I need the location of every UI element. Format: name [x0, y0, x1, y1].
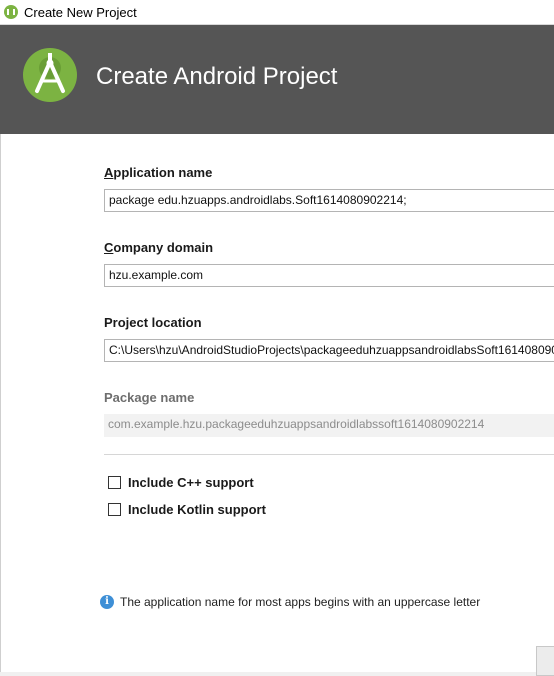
project-location-label: Project location — [104, 315, 202, 330]
application-name-input[interactable]: package edu.hzuapps.androidlabs.Soft1614… — [104, 189, 554, 212]
cpp-support-row[interactable]: Include C++ support — [108, 475, 254, 490]
wizard-content: Application name package edu.hzuapps.and… — [0, 134, 554, 676]
company-domain-input[interactable]: hzu.example.com — [104, 264, 554, 287]
kotlin-support-row[interactable]: Include Kotlin support — [108, 502, 266, 517]
application-name-label: Application name — [104, 165, 213, 180]
android-studio-icon — [4, 5, 18, 19]
cpp-support-label: Include C++ support — [128, 475, 254, 490]
info-icon: i — [100, 595, 114, 609]
title-bar: Create New Project — [0, 0, 554, 25]
page-title: Create Android Project — [96, 63, 338, 90]
wizard-header: Create Android Project — [0, 25, 554, 134]
project-location-input[interactable]: C:\Users\hzu\AndroidStudioProjects\packa… — [104, 339, 554, 362]
company-domain-label: Company domain — [104, 240, 214, 255]
android-studio-logo-icon — [23, 48, 77, 102]
hint-text: The application name for most apps begin… — [120, 595, 481, 609]
kotlin-support-checkbox[interactable] — [108, 503, 121, 516]
kotlin-support-label: Include Kotlin support — [128, 502, 266, 517]
package-name-label: Package name — [104, 390, 195, 405]
separator — [104, 454, 554, 455]
package-name-field: com.example.hzu.packageeduhzuappsandroid… — [104, 414, 554, 437]
cpp-support-checkbox[interactable] — [108, 476, 121, 489]
validation-hint: i The application name for most apps beg… — [100, 595, 480, 609]
window-title: Create New Project — [24, 4, 137, 20]
